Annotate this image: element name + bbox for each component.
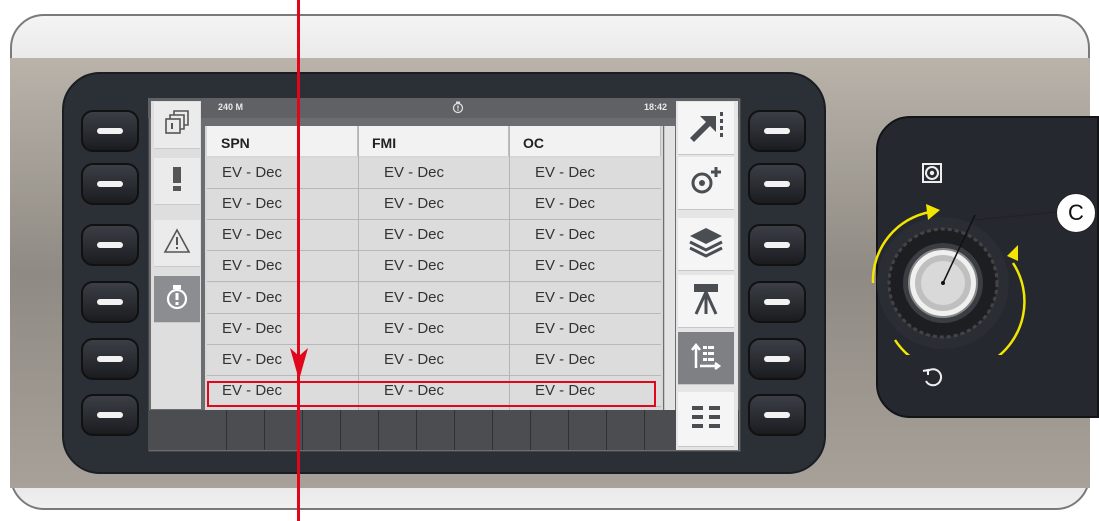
cell-fmi: EV - Dec (384, 289, 445, 306)
cell-oc: EV - Dec (535, 257, 596, 274)
exit-arrow-icon (686, 108, 726, 149)
cell-spn: EV - Dec (222, 195, 283, 212)
softkey-right-4[interactable] (748, 281, 806, 323)
callout-label: C (1056, 193, 1096, 233)
cell-oc: EV - Dec (535, 195, 596, 212)
terminal-device: 240 M 18:42 SPN FMI OC EV - Dec EV - Dec E… (0, 0, 1099, 521)
camera-tripod-button[interactable] (678, 275, 734, 328)
table-row[interactable]: EV - Dec EV - Dec EV - Dec (207, 283, 661, 314)
cell-spn: EV - Dec (222, 351, 283, 368)
column-header-oc[interactable]: OC (509, 126, 661, 156)
settings-add-button[interactable] (678, 157, 734, 210)
table-row[interactable]: EV - Dec EV - Dec EV - Dec (207, 158, 661, 189)
softkey-left-1[interactable] (81, 110, 139, 152)
cell-fmi: EV - Dec (384, 164, 445, 181)
diagnostic-icon (452, 101, 464, 116)
softkey-right-1[interactable] (748, 110, 806, 152)
cell-spn: EV - Dec (222, 289, 283, 306)
cell-spn: EV - Dec (222, 164, 283, 181)
cell-fmi: EV - Dec (384, 320, 445, 337)
status-left-text: 240 M (218, 102, 244, 112)
table-row[interactable]: EV - Dec EV - Dec EV - Dec (207, 251, 661, 282)
cell-fmi: EV - Dec (384, 351, 445, 368)
cell-spn: EV - Dec (222, 226, 283, 243)
tab-diagnostics[interactable] (154, 276, 200, 323)
tab-errors[interactable] (154, 158, 200, 205)
cell-fmi: EV - Dec (384, 195, 445, 212)
column-header-fmi[interactable]: FMI (358, 126, 509, 156)
layers-icon (686, 224, 726, 265)
windows-icon (164, 109, 190, 141)
table-row[interactable]: EV - Dec EV - Dec EV - Dec (207, 189, 661, 220)
tab-warnings[interactable] (154, 220, 200, 267)
status-bar: 240 M 18:42 (148, 98, 739, 118)
cell-fmi: EV - Dec (384, 257, 445, 274)
status-clock: 18:42 (644, 102, 668, 112)
diagnostic-icon (165, 284, 189, 315)
back-icon[interactable] (920, 365, 944, 394)
tripod-icon (686, 281, 726, 322)
softkey-right-2[interactable] (748, 163, 806, 205)
column-header-spn[interactable]: SPN (207, 126, 358, 156)
column-divider (358, 126, 359, 410)
column-divider (509, 126, 510, 410)
cell-oc: EV - Dec (535, 320, 596, 337)
exit-button[interactable] (678, 102, 734, 155)
layers-button[interactable] (678, 218, 734, 271)
grid-menu-icon (686, 399, 726, 440)
annotation-arrowhead (290, 348, 308, 380)
table-row[interactable]: EV - Dec EV - Dec EV - Dec (207, 314, 661, 345)
softkey-right-6[interactable] (748, 394, 806, 436)
table-scrollbar[interactable] (664, 126, 675, 410)
tab-windows[interactable] (154, 102, 200, 149)
exclamation-icon (170, 166, 184, 197)
softkey-right-3[interactable] (748, 224, 806, 266)
cell-oc: EV - Dec (535, 289, 596, 306)
softkey-left-4[interactable] (81, 281, 139, 323)
table-row[interactable]: EV - Dec EV - Dec EV - Dec (207, 345, 661, 376)
table-row[interactable]: EV - Dec EV - Dec EV - Dec (207, 220, 661, 251)
cell-oc: EV - Dec (535, 226, 596, 243)
softkey-left-2[interactable] (81, 163, 139, 205)
softkey-left-5[interactable] (81, 338, 139, 380)
warning-triangle-icon (163, 227, 191, 259)
softkey-left-3[interactable] (81, 224, 139, 266)
cell-fmi: EV - Dec (384, 226, 445, 243)
sort-button[interactable] (678, 332, 734, 385)
cell-oc: EV - Dec (535, 164, 596, 181)
cell-oc: EV - Dec (535, 351, 596, 368)
sort-list-icon (686, 338, 726, 379)
cell-spn: EV - Dec (222, 320, 283, 337)
add-settings-icon (686, 163, 726, 204)
menu-button[interactable] (678, 392, 734, 447)
softkey-right-5[interactable] (748, 338, 806, 380)
softkey-left-6[interactable] (81, 394, 139, 436)
cell-spn: EV - Dec (222, 257, 283, 274)
bottom-bar (148, 410, 739, 450)
annotation-pointer-line (297, 0, 300, 521)
callout-leader-line (975, 211, 1058, 221)
highlighted-row-frame (207, 381, 656, 407)
